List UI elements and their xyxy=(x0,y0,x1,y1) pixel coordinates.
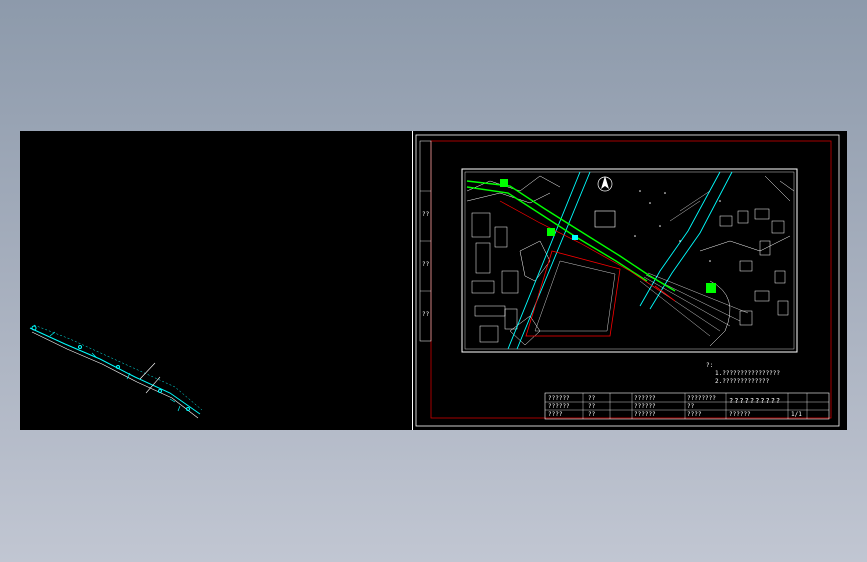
title-right-label-2: ?????? xyxy=(634,403,656,410)
project-title: ?????????? xyxy=(729,397,781,405)
title-value-1: ???????? xyxy=(687,395,716,402)
svg-text:??: ?? xyxy=(422,311,430,318)
model-space-pipeline-preview[interactable] xyxy=(29,324,203,419)
title-left-label-3: ???? xyxy=(548,411,563,418)
drawing-name: ?????? xyxy=(729,411,751,418)
title-block[interactable]: ?????? ?????? ???? ?? ?? ?? ?????? ?????… xyxy=(544,392,830,420)
cad-viewport[interactable]: ?? ?? ?? ?: 1.???????????????? 2.???????… xyxy=(20,131,847,430)
title-left-label-2: ?????? xyxy=(548,403,570,410)
drawing-notes: ?: 1.???????????????? 2.????????????? xyxy=(706,362,780,385)
title-right-label-3: ?????? xyxy=(634,411,656,418)
sheet-number: 1/1 xyxy=(791,411,802,418)
title-mid-label-3: ?? xyxy=(588,411,596,418)
cad-drawing: ?? ?? ?? ?: 1.???????????????? 2.???????… xyxy=(29,134,840,427)
title-left-label-1: ?????? xyxy=(548,395,570,402)
paper-sheet[interactable]: ?? ?? ?? ?: 1.???????????????? 2.???????… xyxy=(415,134,840,427)
title-value-3: ???? xyxy=(687,411,702,418)
north-arrow-icon xyxy=(597,176,613,192)
site-plan-map[interactable] xyxy=(466,171,795,350)
svg-text:??: ?? xyxy=(422,261,430,268)
title-mid-label-2: ?? xyxy=(588,403,596,410)
note-line-2: 2.????????????? xyxy=(715,378,770,385)
title-value-2: ?? xyxy=(687,403,695,410)
title-mid-label-1: ?? xyxy=(588,395,596,402)
svg-text:??: ?? xyxy=(422,211,430,218)
note-heading: ?: xyxy=(706,362,713,369)
note-line-1: 1.???????????????? xyxy=(715,370,780,377)
title-right-label-1: ?????? xyxy=(634,395,656,402)
